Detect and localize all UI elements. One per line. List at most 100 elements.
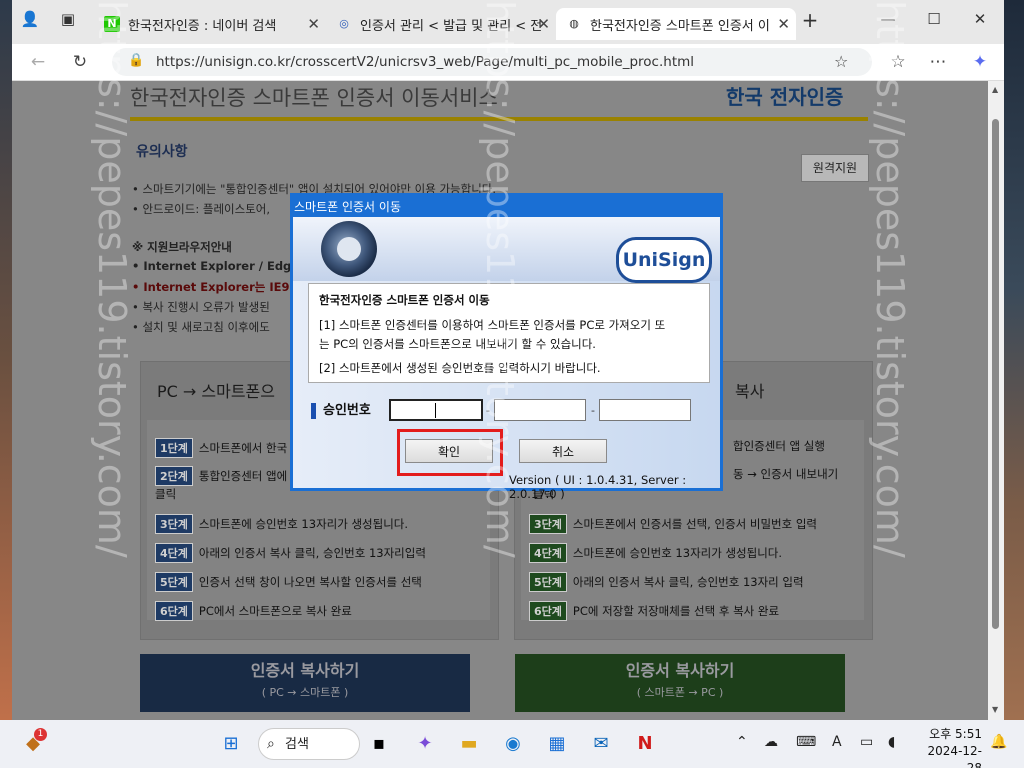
- notification-bell-icon[interactable]: 🔔: [990, 734, 1007, 750]
- step-item: 4단계 스마트폰에 승인번호 13자리가 생성됩니다.: [529, 543, 782, 563]
- store-icon[interactable]: ▦: [542, 730, 572, 760]
- step-item: 2단계 통합인증센터 앱에: [155, 466, 287, 486]
- step-item: 5단계 아래의 인증서 복사 클릭, 승인번호 13자리 입력: [529, 572, 804, 592]
- step-item: 클릭: [155, 487, 177, 501]
- scroll-thumb[interactable]: [992, 119, 999, 629]
- page-scrollbar[interactable]: ▲ ▼: [988, 81, 1004, 720]
- network-icon[interactable]: ▭: [860, 734, 873, 750]
- copilot-app-icon[interactable]: ✦: [410, 730, 440, 760]
- clock[interactable]: 오후 5:51 2024-12-28: [917, 726, 982, 768]
- step-item: 합인증센터 앱 실행: [733, 439, 825, 453]
- refresh-icon[interactable]: ↻: [68, 52, 92, 72]
- unisign-emblem-icon: [321, 221, 377, 277]
- separator: -: [591, 404, 595, 417]
- button-subtitle: ( PC → 스마트폰 ): [261, 686, 349, 699]
- copilot-icon[interactable]: ✦: [968, 52, 992, 72]
- ime-indicator[interactable]: A: [832, 734, 842, 750]
- scroll-up-icon[interactable]: ▲: [992, 85, 998, 94]
- back-icon[interactable]: ←: [26, 52, 50, 72]
- tab-bar: 👤 ▣ N 한국전자인증 : 네이버 검색 ✕ ◎ 인증서 관리 < 발급 및 …: [12, 0, 1004, 44]
- scroll-down-icon[interactable]: ▼: [992, 705, 998, 714]
- button-title: 인증서 복사하기: [625, 661, 735, 680]
- settings-menu-icon[interactable]: ⋯: [926, 52, 950, 72]
- tab-label: 한국전자인증 스마트폰 인증서 이: [590, 18, 770, 34]
- tab-cert-manage[interactable]: ◎ 인증서 관리 < 발급 및 관리 < 전 ✕: [326, 8, 556, 40]
- tab-naver-search[interactable]: N 한국전자인증 : 네이버 검색 ✕: [94, 8, 326, 40]
- cancel-button[interactable]: 취소: [519, 439, 607, 463]
- unisign-logo: UniSign: [616, 237, 712, 283]
- step-item: 1단계 스마트폰에서 한국: [155, 438, 287, 458]
- approval-number-field-2[interactable]: [494, 399, 586, 421]
- copy-phone-to-pc-button[interactable]: 인증서 복사하기 ( 스마트폰 → PC ): [515, 654, 845, 712]
- tab-smartphone-cert[interactable]: ◍ 한국전자인증 스마트폰 인증서 이 ✕: [556, 8, 796, 40]
- info-line: [2] 스마트폰에서 생성된 승인번호를 입력하시기 바랍니다.: [319, 361, 601, 375]
- step-item: 3단계 스마트폰에서 인증서를 선택, 인증서 비밀번호 입력: [529, 514, 817, 534]
- highlight-box: [397, 429, 503, 476]
- notice-item: • Internet Explorer는 IE9: [132, 280, 290, 294]
- desktop-background-right: [1004, 0, 1024, 720]
- tab-close-icon[interactable]: ✕: [777, 15, 790, 33]
- favorite-star-icon[interactable]: ☆: [834, 52, 848, 71]
- title-underline: [130, 117, 868, 121]
- desktop-background: [0, 0, 12, 720]
- approval-number-field-3[interactable]: [599, 399, 691, 421]
- separator: -: [486, 404, 490, 417]
- notice-item: • 복사 진행시 오류가 발생된: [132, 300, 270, 314]
- notice-item: • 안드로이드: 플레이스토어,: [132, 202, 271, 216]
- dialog-body: UniSign 한국전자인증 스마트폰 인증서 이동 [1] 스마트폰 인증센터…: [293, 217, 720, 501]
- tray-chevron-icon[interactable]: ⌃: [736, 734, 748, 750]
- approval-number-field-1[interactable]: [389, 399, 483, 421]
- taskbar-search[interactable]: ⌕ 검색: [258, 728, 360, 760]
- approval-number-label: 승인번호: [311, 403, 371, 419]
- globe-icon: ◍: [569, 17, 579, 30]
- dialog-title: 스마트폰 인증서 이동: [294, 200, 401, 214]
- step-item: 3단계 스마트폰에 승인번호 13자리가 생성됩니다.: [155, 514, 408, 534]
- task-view-icon[interactable]: ▪: [364, 730, 394, 760]
- notice-item: ※ 지원브라우저안내: [132, 240, 232, 254]
- minimize-button[interactable]: —: [876, 10, 900, 28]
- search-icon: ⌕: [267, 736, 275, 752]
- url-text[interactable]: https://unisign.co.kr/crosscertV2/unicrs…: [156, 54, 694, 70]
- step-item: 동 → 인증서 내보내기: [733, 467, 839, 481]
- start-icon[interactable]: ⊞: [216, 730, 246, 760]
- info-title: 한국전자인증 스마트폰 인증서 이동: [319, 293, 490, 307]
- dialog-banner: UniSign: [293, 217, 720, 283]
- crosscert-logo: 한국 전자인증: [726, 85, 844, 109]
- search-label: 검색: [285, 737, 309, 752]
- clock-date: 2024-12-28: [927, 744, 982, 768]
- tab-close-icon[interactable]: ✕: [307, 15, 320, 33]
- tab-close-icon[interactable]: ✕: [537, 15, 550, 33]
- page-title: 한국전자인증 스마트폰 인증서 이동서비스: [130, 86, 498, 110]
- edge-icon[interactable]: ◉: [498, 730, 528, 760]
- taskbar: ◆ 1 ⊞ ⌕ 검색 ▪ ✦ ▬ ◉ ▦ ✉ N ⌃ ☁ ⌨ A ▭ ◖ 오후 …: [0, 720, 1024, 768]
- step-item: 6단계 PC에서 스마트폰으로 복사 완료: [155, 601, 352, 621]
- tab-label: 인증서 관리 < 발급 및 관리 < 전: [360, 18, 543, 34]
- profile-icon[interactable]: 👤: [18, 10, 42, 28]
- netflix-icon[interactable]: N: [630, 730, 660, 760]
- notification-badge: 1: [34, 728, 47, 741]
- volume-icon[interactable]: ◖: [888, 734, 895, 750]
- notice-item: • Internet Explorer / Edg: [132, 259, 292, 273]
- clock-time: 오후 5:51: [929, 727, 982, 741]
- info-line: 는 PC의 인증서를 스마트폰으로 내보내기 할 수 있습니다.: [319, 337, 596, 351]
- outlook-icon[interactable]: ✉: [586, 730, 616, 760]
- remote-support-button[interactable]: 원격지원: [801, 154, 869, 182]
- new-tab-button[interactable]: +: [798, 8, 822, 32]
- step-item: 6단계 PC에 저장할 저장매체를 선택 후 복사 완료: [529, 601, 779, 621]
- button-subtitle: ( 스마트폰 → PC ): [636, 686, 724, 699]
- tab-label: 한국전자인증 : 네이버 검색: [128, 18, 277, 34]
- copy-pc-to-phone-button[interactable]: 인증서 복사하기 ( PC → 스마트폰 ): [140, 654, 470, 712]
- file-explorer-icon[interactable]: ▬: [454, 730, 484, 760]
- step-item: 5단계 인증서 선택 창이 나오면 복사할 인증서를 선택: [155, 572, 422, 592]
- button-title: 인증서 복사하기: [250, 661, 360, 680]
- address-bar[interactable]: 🔒 https://unisign.co.kr/crosscertV2/unic…: [112, 48, 872, 76]
- lock-icon[interactable]: 🔒: [128, 53, 144, 68]
- cloud-icon[interactable]: ☁: [764, 734, 778, 750]
- tab-actions-icon[interactable]: ▣: [56, 10, 80, 28]
- address-bar-row: ← ↻ 🔒 https://unisign.co.kr/crosscertV2/…: [12, 44, 1004, 81]
- maximize-button[interactable]: ☐: [922, 10, 946, 28]
- smartphone-cert-dialog: 스마트폰 인증서 이동 UniSign 한국전자인증 스마트폰 인증서 이동 […: [290, 193, 723, 501]
- keyboard-icon[interactable]: ⌨: [796, 734, 816, 750]
- close-window-button[interactable]: ✕: [968, 10, 992, 28]
- favorites-icon[interactable]: ☆: [886, 52, 910, 72]
